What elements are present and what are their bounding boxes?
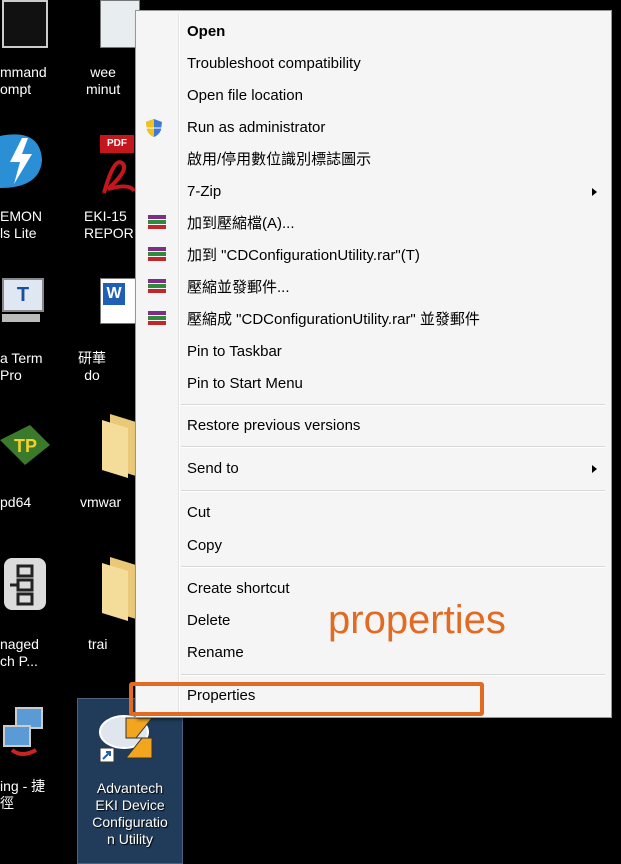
- menu-item-send-to[interactable]: Send to: [138, 454, 609, 484]
- winrar-icon: [148, 215, 166, 233]
- winrar-icon: [148, 247, 166, 265]
- tftpd-icon[interactable]: TP: [0, 420, 50, 470]
- menu-item-open-file-location[interactable]: Open file location: [138, 81, 609, 111]
- menu-item-pin-taskbar[interactable]: Pin to Taskbar: [138, 337, 609, 367]
- menu-item-cut[interactable]: Cut: [138, 498, 609, 528]
- menu-item-compress-rar-email[interactable]: 壓縮成 "CDConfigurationUtility.rar" 並發郵件: [138, 305, 609, 335]
- desktop-label-cmd[interactable]: mmand ompt: [0, 64, 47, 98]
- pdf-file-icon[interactable]: PDF: [100, 135, 136, 199]
- desktop-label-tftpd[interactable]: pd64: [0, 494, 31, 511]
- folder-icon[interactable]: [102, 412, 136, 478]
- submenu-arrow-icon: [592, 465, 597, 473]
- network-shortcut-icon[interactable]: [2, 706, 46, 758]
- desktop-label-training[interactable]: trai: [88, 636, 107, 653]
- folder-icon[interactable]: [102, 555, 136, 621]
- winrar-icon: [148, 311, 166, 329]
- menu-item-digital-id[interactable]: 啟用/停用數位識別標誌圖示: [138, 145, 609, 175]
- uac-shield-icon: [144, 118, 164, 138]
- excel-file-icon[interactable]: [100, 0, 140, 48]
- teraterm-icon[interactable]: T: [2, 278, 44, 324]
- winrar-icon: [148, 279, 166, 297]
- menu-item-add-archive[interactable]: 加到壓縮檔(A)...: [138, 209, 609, 239]
- menu-separator: [181, 404, 605, 406]
- menu-item-open[interactable]: Open: [138, 17, 609, 47]
- menu-item-copy[interactable]: Copy: [138, 531, 609, 561]
- desktop-label-managed-switch[interactable]: naged ch P...: [0, 636, 39, 670]
- annotation-label: properties: [328, 598, 506, 642]
- svg-text:TP: TP: [14, 436, 37, 456]
- menu-item-troubleshoot[interactable]: Troubleshoot compatibility: [138, 49, 609, 79]
- menu-separator: [181, 566, 605, 568]
- menu-separator: [181, 446, 605, 448]
- daemon-tools-icon[interactable]: [0, 128, 44, 192]
- desktop-label-vmware[interactable]: vmwar: [80, 494, 121, 511]
- menu-item-pin-start[interactable]: Pin to Start Menu: [138, 369, 609, 399]
- desktop-label-teraterm[interactable]: a Term Pro: [0, 350, 43, 384]
- managed-switch-icon[interactable]: [4, 558, 46, 610]
- desktop-label-weekly[interactable]: wee minut: [86, 64, 120, 98]
- desktop-label-shortcut[interactable]: ing - 捷 徑: [0, 778, 45, 812]
- menu-separator: [181, 490, 605, 492]
- menu-item-7zip[interactable]: 7-Zip: [138, 177, 609, 207]
- menu-item-add-rar[interactable]: 加到 "CDConfigurationUtility.rar"(T): [138, 241, 609, 271]
- word-file-icon[interactable]: W: [100, 278, 136, 324]
- desktop-label-eki-utility[interactable]: Advantech EKI Device Configuratio n Util…: [80, 780, 180, 848]
- cmd-icon[interactable]: [2, 0, 48, 48]
- desktop-label-daemon[interactable]: EMON ls Lite: [0, 208, 42, 242]
- menu-item-restore-versions[interactable]: Restore previous versions: [138, 411, 609, 441]
- desktop-label-advantech-doc[interactable]: 研華 do: [78, 350, 106, 384]
- submenu-arrow-icon: [592, 188, 597, 196]
- desktop-label-eki-report[interactable]: EKI-15 REPOR: [84, 208, 134, 242]
- properties-highlight-box: [129, 682, 484, 716]
- menu-item-compress-email[interactable]: 壓縮並發郵件...: [138, 273, 609, 303]
- menu-separator: [181, 674, 605, 676]
- menu-item-run-as-admin[interactable]: Run as administrator: [138, 113, 609, 143]
